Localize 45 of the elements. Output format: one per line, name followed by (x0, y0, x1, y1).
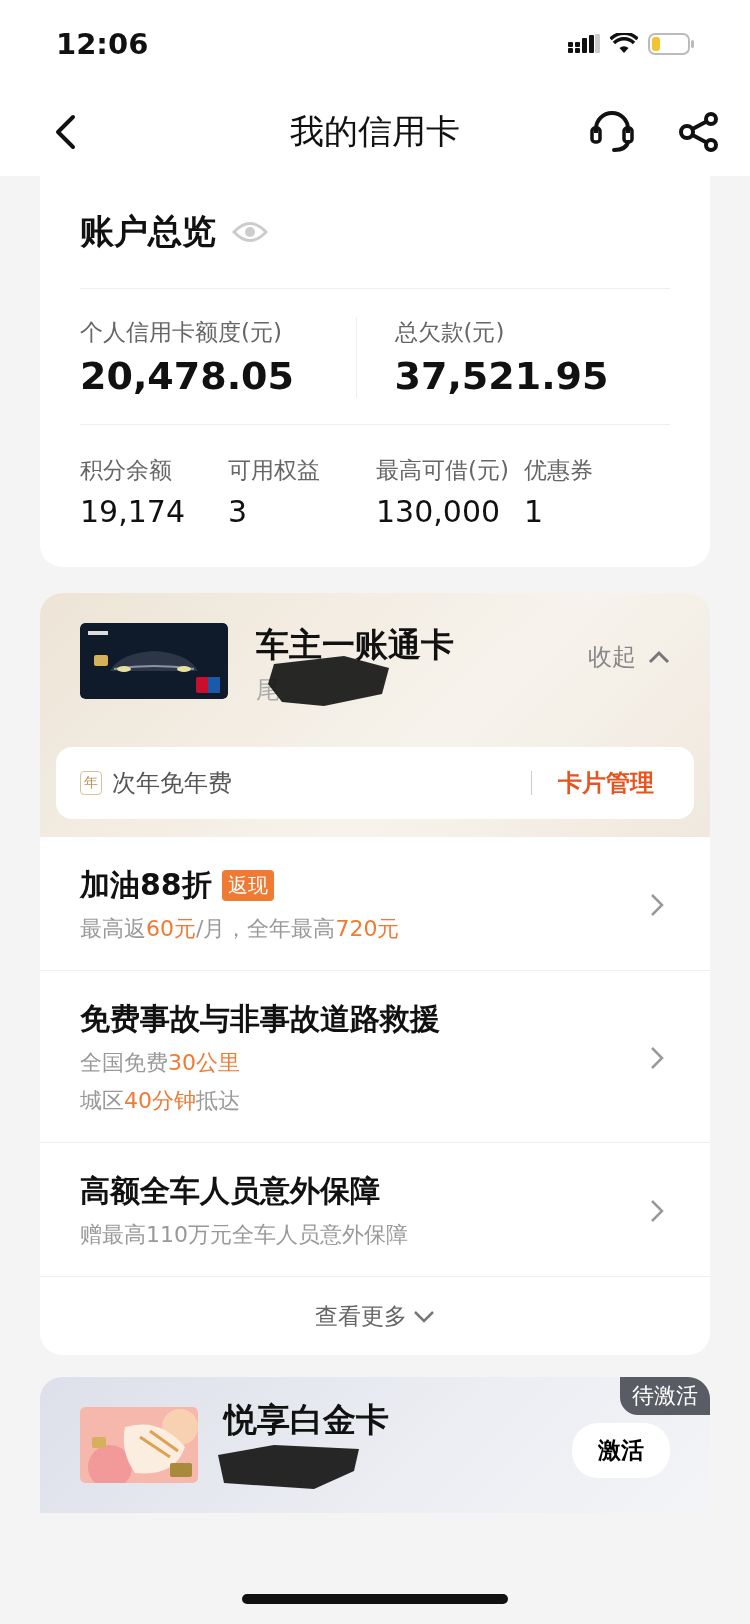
activate-button[interactable]: 激活 (572, 1422, 670, 1478)
stat-value: 3 (228, 494, 249, 529)
chevron-icon (648, 650, 670, 664)
year-badge: 年 (80, 771, 102, 795)
stat-label: 个人信用卡额度(元) (80, 318, 283, 347)
page-title: 我的信用卡 (290, 110, 460, 153)
chevron-right-icon (650, 892, 664, 917)
stat-value: 37,521.95 (394, 354, 610, 398)
benefit-item[interactable]: 免费事故与非事故道路救援 全国免费30公里 城区40分钟抵达 (40, 971, 710, 1143)
stat-value: 130,000 (376, 494, 502, 529)
wifi-icon (610, 33, 638, 55)
back-icon[interactable] (54, 114, 76, 150)
stat-value: 20,478.05 (80, 354, 295, 398)
card-manage-link[interactable]: 卡片管理 (558, 767, 654, 799)
benefit-item[interactable]: 高额全车人员意外保障 赠最高110万元全车人员意外保障 (40, 1143, 710, 1277)
chevron-right-icon (650, 1045, 664, 1070)
stat-label: 积分余额 (80, 456, 173, 485)
benefit-title: 高额全车人员意外保障 (80, 1172, 380, 1210)
card-name: 悦享白金卡 (224, 1398, 389, 1441)
stat-label: 优惠券 (524, 456, 594, 485)
benefit-description: 城区40分钟抵达 (80, 1087, 241, 1115)
chevron-right-icon (650, 1198, 664, 1223)
benefit-item[interactable]: 加油88折 返现 最高返60元/月，全年最高720元 (40, 837, 710, 971)
fee-text: 次年免年费 (112, 768, 232, 799)
share-icon[interactable] (678, 112, 720, 152)
status-badge: 待激活 (620, 1377, 710, 1415)
stat-label: 最高可借(元) (376, 456, 510, 485)
signal-icon (568, 34, 600, 54)
benefit-description: 赠最高110万元全车人员意外保障 (80, 1221, 408, 1249)
benefit-title: 加油88折 (80, 866, 212, 904)
stat-value: 19,174 (80, 494, 186, 529)
status-time: 12:06 (56, 27, 149, 61)
battery-icon (648, 33, 694, 55)
stat-label: 总欠款(元) (394, 318, 506, 347)
benefit-description: 最高返60元/月，全年最高720元 (80, 915, 400, 943)
benefit-title: 免费事故与非事故道路救援 (80, 1000, 440, 1038)
benefit-description: 全国免费30公里 (80, 1049, 241, 1077)
overview-title: 账户总览 (80, 210, 216, 253)
stat-value: 1 (524, 494, 545, 529)
card-name: 车主一账通卡 (256, 624, 454, 666)
stat-label: 可用权益 (228, 456, 321, 485)
see-more-button[interactable]: 查看更多 (40, 1277, 710, 1355)
chevron-down-icon (413, 1309, 435, 1323)
headset-icon[interactable] (590, 111, 634, 153)
benefit-tag: 返现 (221, 870, 274, 901)
